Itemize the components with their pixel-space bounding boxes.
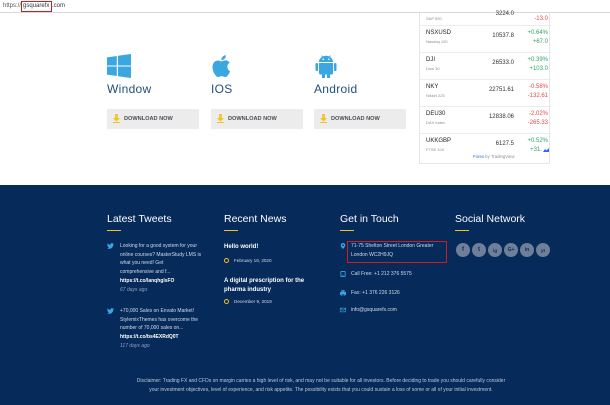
tweet-item: Looking for a good system for your onlin… <box>107 242 212 302</box>
ticker-row[interactable]: NSXUSD Nasdaq 100 10537.8 +0.64% +67.0 <box>420 26 551 53</box>
instagram-icon[interactable]: ig <box>488 243 502 257</box>
ticker-percent: -2.02% <box>528 111 548 117</box>
google-plus-icon[interactable]: G+ <box>504 243 518 257</box>
ticker-desc: DAX Index <box>426 120 446 125</box>
url-tld: .com <box>52 3 66 9</box>
platform-name: Window <box>107 82 152 96</box>
download-button-label: DOWNLOAD NOW <box>228 116 277 122</box>
email-address[interactable]: info@gsquarefx.com <box>351 307 397 313</box>
linkedin-icon[interactable]: in <box>520 243 534 257</box>
twitter-social-icon[interactable]: t <box>472 243 486 257</box>
news-date: February 18, 2020 <box>224 258 272 263</box>
tweet-link[interactable]: https://t.co/lanqhgIsFO <box>120 277 174 286</box>
fax-icon <box>340 290 346 296</box>
download-icon <box>217 114 224 123</box>
download-button-label: DOWNLOAD NOW <box>331 116 380 122</box>
apple-icon <box>212 55 231 77</box>
ticker-price: 22751.61 <box>488 87 514 93</box>
location-pin-icon <box>340 243 346 249</box>
windows-icon <box>107 54 131 78</box>
ticker-percent: -0.58% <box>528 84 548 90</box>
ticker-row[interactable]: DJI Dow 30 26533.0 +0.39% +103.0 <box>420 53 551 80</box>
ticker-change: -132.61 <box>527 93 548 99</box>
ticker-credit-text: by TradingView <box>483 154 515 159</box>
get-in-touch-heading: Get in Touch <box>340 213 399 231</box>
ticker-percent: +0.52% <box>527 138 548 144</box>
forex-link[interactable]: Forex <box>473 154 484 159</box>
twitter-icon <box>107 308 114 314</box>
fax-number: Fax: +1 376 226 3126 <box>351 290 400 296</box>
ticker-desc: Dow 30 <box>426 66 440 71</box>
twitter-icon <box>107 243 114 249</box>
ticker-symbol: NKY <box>426 84 439 90</box>
tweet-text: +70,000 Sales on Envato Market! Stylemix… <box>120 308 199 332</box>
ticker-price: 12838.06 <box>488 114 514 120</box>
tradingview-logo-icon <box>543 148 549 152</box>
latest-tweets-heading: Latest Tweets <box>107 213 172 231</box>
news-title[interactable]: A digital prescription for the pharma in… <box>224 277 319 295</box>
news-date: December 9, 2019 <box>224 299 272 304</box>
download-icon <box>320 114 327 123</box>
download-button-label: DOWNLOAD NOW <box>124 116 173 122</box>
tweet-time: 67 days ago <box>120 287 148 293</box>
platform-name: Android <box>314 82 358 96</box>
download-icon <box>113 114 120 123</box>
address-line-2: London WC2H9JQ <box>351 252 393 258</box>
download-button-android[interactable]: DOWNLOAD NOW <box>314 109 406 129</box>
phone-icon <box>340 271 346 277</box>
calendar-icon <box>224 258 229 263</box>
envelope-icon <box>340 307 346 313</box>
download-button-ios[interactable]: DOWNLOAD NOW <box>211 109 303 129</box>
ticker-percent: +0.39% <box>527 57 548 63</box>
tweet-text: Looking for a good system for your onlin… <box>120 243 202 275</box>
risk-disclaimer: Disclaimer: Trading FX and CFDs on margi… <box>136 378 506 393</box>
ticker-change: -265.33 <box>527 120 548 126</box>
address-line-1: 71-75 Shelton Street London Greater <box>351 243 434 249</box>
url-host: gsquarefx <box>23 3 50 9</box>
ticker-row[interactable]: S&P 500 3224.0 -13.0 <box>420 0 551 26</box>
ticker-symbol: NSXUSD <box>426 30 452 36</box>
download-button-windows[interactable]: DOWNLOAD NOW <box>107 109 199 129</box>
facebook-icon[interactable]: f <box>456 243 470 257</box>
url-scheme: https:// <box>3 3 22 9</box>
platform-name: IOS <box>211 82 233 96</box>
ticker-percent: +0.64% <box>527 30 548 36</box>
ticker-desc: Nasdaq 100 <box>426 39 448 44</box>
ticker-credit: Forex by TradingView <box>473 154 514 159</box>
news-title[interactable]: Hello world! <box>224 243 319 252</box>
ticker-symbol: DEU30 <box>426 111 446 117</box>
ticker-price: 10537.8 <box>492 33 514 39</box>
ticker-change: +103.0 <box>529 66 548 72</box>
ticker-desc: FTSE 100 <box>426 147 445 152</box>
recent-news-heading: Recent News <box>224 213 287 231</box>
ticker-symbol: DJI <box>426 57 435 63</box>
call-free: Call Free: +1 212 376 5575 <box>351 271 412 277</box>
ticker-price: 26533.0 <box>492 60 514 66</box>
ticker-symbol: UKKGBP <box>426 138 452 144</box>
ticker-desc: Nikkei 225 <box>426 93 445 98</box>
tweet-item: +70,000 Sales on Envato Market! Stylemix… <box>107 307 212 362</box>
ticker-change: -13.0 <box>534 16 548 22</box>
tweet-link[interactable]: https://t.co/bs4EXRdQ0T <box>120 333 179 342</box>
ticker-change: +67.0 <box>532 39 548 45</box>
ticker-row[interactable]: NKY Nikkei 225 22751.61 -0.58% -132.61 <box>420 80 551 107</box>
youtube-icon[interactable]: yt <box>536 243 550 257</box>
ticker-price: 3224.0 <box>495 11 514 17</box>
ticker-desc: S&P 500 <box>426 16 442 21</box>
social-network-heading: Social Network <box>455 213 526 231</box>
market-ticker-widget: S&P 500 3224.0 -13.0 NSXUSD Nasdaq 100 1… <box>419 11 551 164</box>
android-icon <box>315 55 337 78</box>
calendar-icon <box>224 299 229 304</box>
ticker-change: +31. <box>530 147 542 153</box>
tweet-time: 117 days ago <box>120 343 150 349</box>
ticker-price: 6127.5 <box>495 141 514 147</box>
ticker-row[interactable]: DEU30 DAX Index 12838.06 -2.02% -265.33 <box>420 107 551 134</box>
